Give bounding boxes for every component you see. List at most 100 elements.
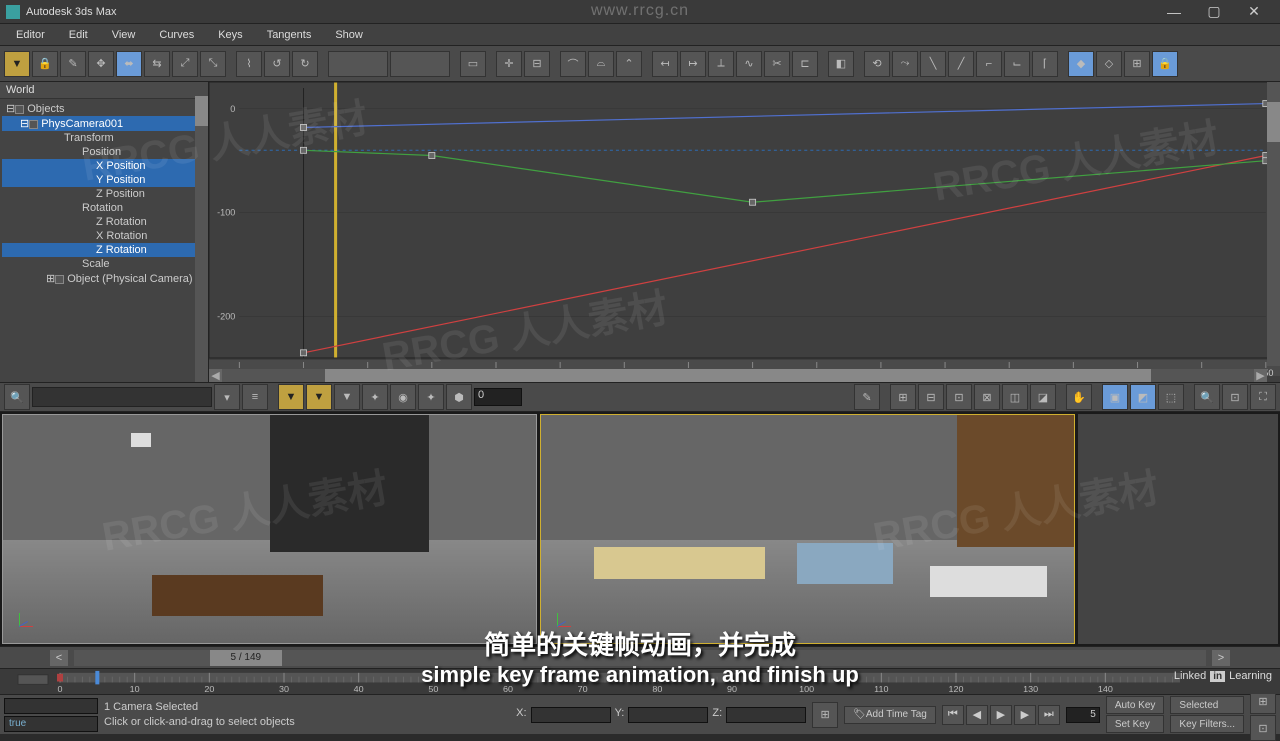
selected-button[interactable]: Selected [1170,696,1244,714]
viewport-camera[interactable] [540,414,1075,644]
search-icon[interactable]: 🔍 [4,384,30,410]
menu-show[interactable]: Show [323,27,375,43]
filter-f-icon[interactable]: ✦ [418,384,444,410]
curve-c-icon[interactable]: ⌐ [976,51,1002,77]
draw-curve-icon[interactable]: ✎ [60,51,86,77]
goto-end-icon[interactable]: ⏭ [1038,705,1060,725]
tangent-step-icon[interactable]: ↦ [680,51,706,77]
curve-d-icon[interactable]: ⌙ [1004,51,1030,77]
add-time-tag-button[interactable]: 🏷 Add Time Tag [844,706,936,724]
menu-tangents[interactable]: Tangents [255,27,324,43]
filter-a-icon[interactable]: ▼ [278,384,304,410]
z-input[interactable] [726,707,806,723]
hscroll-thumb[interactable] [325,369,1151,382]
slider-prev-icon[interactable]: < [50,650,68,666]
retimer-icon[interactable]: ⟲ [864,51,890,77]
out-of-range-icon[interactable]: ⤳ [892,51,918,77]
curve-hscrollbar[interactable]: ◀ ▶ [209,369,1267,382]
curve-b-icon[interactable]: ╱ [948,51,974,77]
y-input[interactable] [628,707,708,723]
filter-d-icon[interactable]: ✦ [362,384,388,410]
grid-f-icon[interactable]: ◪ [1030,384,1056,410]
tree-position[interactable]: Position [2,145,206,159]
maxscript-mini-top[interactable] [4,698,98,714]
reduce-keys-icon[interactable]: ⊟ [524,51,550,77]
time-field[interactable] [390,51,450,77]
tree-objects[interactable]: ⊟Objects [2,101,206,116]
current-frame-input[interactable] [1066,707,1100,723]
tree-z-rotation-1[interactable]: Z Rotation [2,215,206,229]
brush-icon[interactable]: ✎ [854,384,880,410]
grid-c-icon[interactable]: ⊡ [946,384,972,410]
tangent-slow-icon[interactable]: ↤ [652,51,678,77]
goto-start-icon[interactable]: ⏮ [942,705,964,725]
tree-scrollbar[interactable] [195,96,208,382]
grid-a-icon[interactable]: ⊞ [890,384,916,410]
slider-thumb[interactable]: 5 / 149 [210,650,282,666]
maximize-button[interactable]: ▢ [1194,2,1234,22]
tree-x-rotation[interactable]: X Rotation [2,229,206,243]
list-mode-icon[interactable]: ≡ [242,384,268,410]
menu-edit[interactable]: Edit [57,27,100,43]
filter-b-icon[interactable]: ▼ [306,384,332,410]
auto-key-button[interactable]: Auto Key [1106,696,1165,714]
maximize-viewport-icon[interactable]: ⛶ [1250,384,1276,410]
play-icon[interactable]: ▶ [990,705,1012,725]
tangent-linear-icon[interactable]: ⟂ [708,51,734,77]
show-biped-icon[interactable]: ◆ [1068,51,1094,77]
tree-camera[interactable]: ⊟PhysCamera001 [2,116,206,131]
select-icon[interactable]: ▭ [460,51,486,77]
parameter-curve-icon[interactable]: ↻ [292,51,318,77]
grid-b-icon[interactable]: ⊟ [918,384,944,410]
add-keys-icon[interactable]: ✛ [496,51,522,77]
curve-editor[interactable]: 0-100-200-100102030405060708090100110120… [209,82,1280,382]
tangent-custom-icon[interactable]: ⌓ [588,51,614,77]
scale-keys-icon[interactable]: ⤢ [172,51,198,77]
dropdown-icon[interactable]: ▾ [214,384,240,410]
viewport-perspective[interactable] [2,414,537,644]
value-field[interactable] [328,51,388,77]
time-slider[interactable]: < 5 / 149 > [0,646,1280,668]
scale-values-icon[interactable]: ⤡ [200,51,226,77]
set-key-button[interactable]: Set Key [1106,715,1165,733]
hscroll-left-icon[interactable]: ◀ [209,369,222,382]
tangent-break-icon[interactable]: ✂ [764,51,790,77]
slider-next-icon[interactable]: > [1212,650,1230,666]
snap-frame-icon[interactable]: ↺ [264,51,290,77]
tree-y-position[interactable]: Y Position [2,173,206,187]
menu-editor[interactable]: Editor [4,27,57,43]
tree-scroll-thumb[interactable] [195,96,208,126]
maxscript-mini-bottom[interactable]: true [4,716,98,732]
crop-icon[interactable]: ⬚ [1158,384,1184,410]
minimize-button[interactable]: — [1154,2,1194,22]
curve-a-icon[interactable]: ╲ [920,51,946,77]
curve-vscroll-thumb[interactable] [1267,102,1280,142]
region-tool-icon[interactable]: ◧ [828,51,854,77]
time-ruler[interactable]: 0102030405060708090100110120130140 [0,668,1280,694]
curve-vscrollbar[interactable] [1267,82,1280,366]
pan-icon[interactable]: ✋ [1066,384,1092,410]
filter-c-icon[interactable]: ▼ [334,384,360,410]
grid-d-icon[interactable]: ⊠ [974,384,1000,410]
curve-graph[interactable]: 0-100-200-100102030405060708090100110120… [209,82,1280,382]
filter-g-icon[interactable]: ⬢ [446,384,472,410]
tree-scale[interactable]: Scale [2,257,206,271]
zoom-extents-icon[interactable]: ⊡ [1222,384,1248,410]
search-input[interactable] [32,387,212,407]
filter-icon[interactable]: ▼ [4,51,30,77]
move-keys-icon[interactable]: ⬌ [116,51,142,77]
hierarchy-tree[interactable]: ⊟Objects ⊟PhysCamera001 Transform Positi… [0,99,208,288]
region-icon[interactable]: ◩ [1130,384,1156,410]
x-input[interactable] [531,707,611,723]
menu-keys[interactable]: Keys [206,27,254,43]
grid-toggle-icon[interactable]: ⊞ [812,702,838,728]
layer-number[interactable]: 0 [474,388,522,406]
tree-x-position[interactable]: X Position [2,159,206,173]
tangent-unify-icon[interactable]: ⊏ [792,51,818,77]
menu-view[interactable]: View [100,27,148,43]
slider-track[interactable]: 5 / 149 [74,650,1206,666]
grid-e-icon[interactable]: ◫ [1002,384,1028,410]
tangent-fast-icon[interactable]: ⌃ [616,51,642,77]
curve-e-icon[interactable]: ⌈ [1032,51,1058,77]
hscroll-right-icon[interactable]: ▶ [1254,369,1267,382]
